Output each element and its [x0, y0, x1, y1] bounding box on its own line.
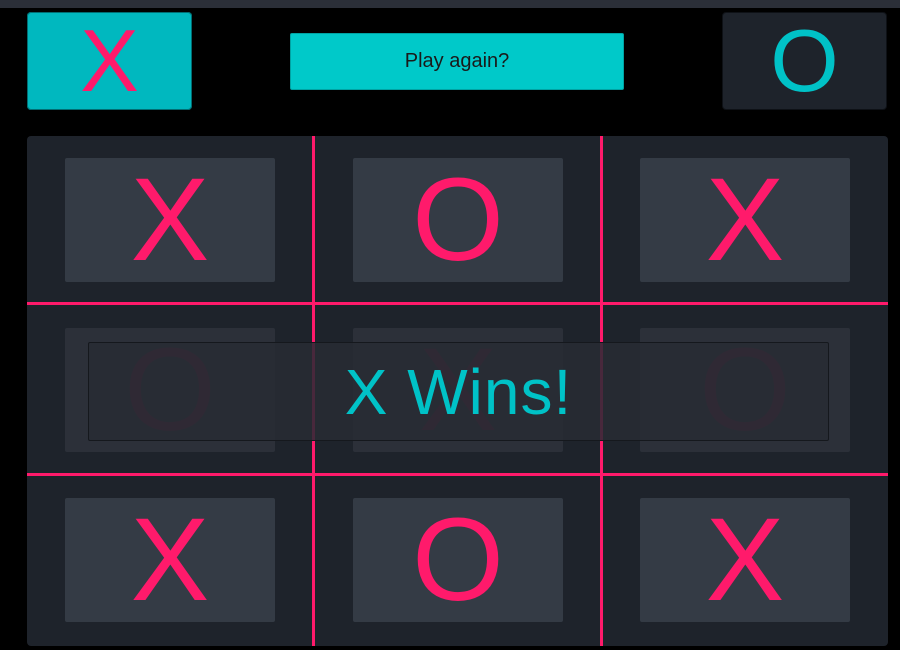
cell-mark: X — [705, 494, 785, 626]
cell-r1-c2[interactable]: O — [353, 158, 563, 282]
player-o-symbol: O — [770, 11, 839, 110]
result-text: X Wins! — [344, 355, 573, 428]
cell-mark: X — [130, 494, 210, 626]
cell-r3-c1[interactable]: X — [65, 498, 275, 622]
player-x-indicator: X — [27, 12, 192, 110]
cell-r1-c1[interactable]: X — [65, 158, 275, 282]
player-x-symbol: X — [80, 11, 139, 110]
cell-r1-c3[interactable]: X — [640, 158, 850, 282]
player-o-indicator: O — [722, 12, 887, 110]
window-top-border — [0, 0, 900, 8]
game-screen: X Play again? O X O X O X O X — [0, 0, 900, 650]
play-again-button[interactable]: Play again? — [290, 33, 624, 90]
cell-r3-c3[interactable]: X — [640, 498, 850, 622]
cell-mark: X — [705, 154, 785, 286]
cell-mark: X — [130, 154, 210, 286]
cell-mark: O — [412, 154, 504, 286]
cell-mark: O — [412, 494, 504, 626]
grid-line-horizontal-2 — [27, 473, 888, 476]
grid-line-horizontal-1 — [27, 302, 888, 305]
cell-r3-c2[interactable]: O — [353, 498, 563, 622]
win-banner: X Wins! — [88, 342, 829, 441]
